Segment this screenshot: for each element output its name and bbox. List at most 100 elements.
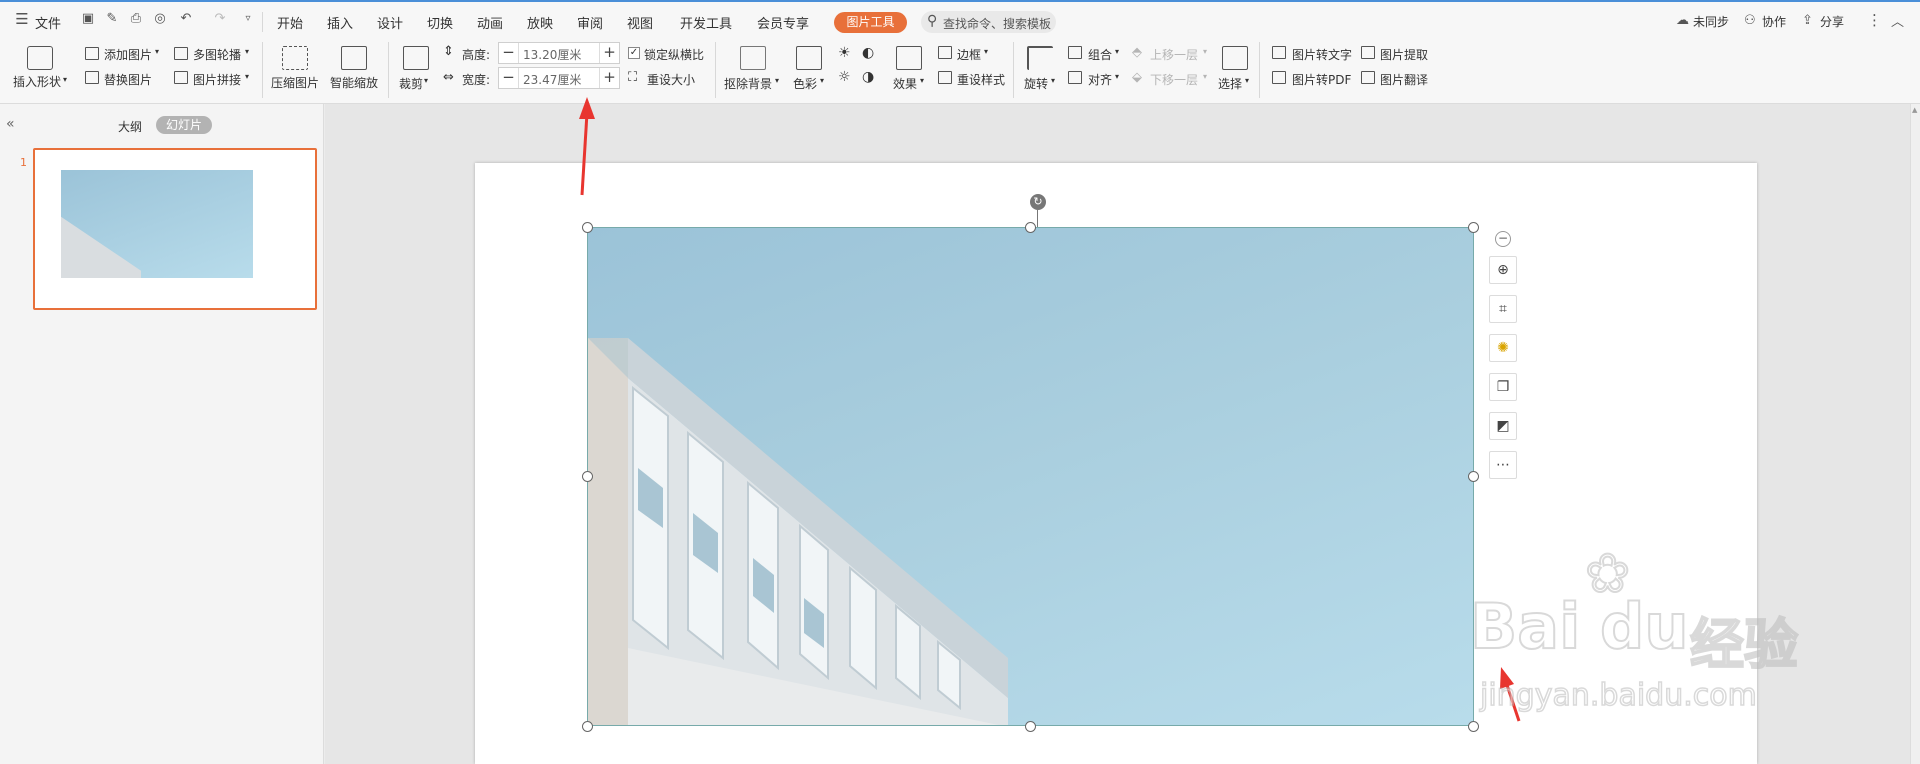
collapse-ribbon-icon[interactable]: ︿ [1891,11,1904,30]
vertical-scrollbar[interactable]: ▲ [1910,104,1920,764]
send-backward-button[interactable]: 下移一层 [1150,71,1198,88]
scroll-up-icon[interactable]: ▲ [1912,106,1917,114]
ribbon-toolbar: 插入形状 ▾ 添加图片 ▾ 替换图片 多图轮播 ▾ 图片拼接 ▾ 压缩图片 智能… [0,38,1920,104]
more-vertical-icon[interactable]: ⋮ [1867,11,1882,29]
tab-slideshow[interactable]: 放映 [527,13,553,32]
color-button[interactable]: 色彩 [793,75,817,92]
remove-background-icon[interactable] [740,46,766,70]
resize-handle-top-right[interactable] [1468,222,1479,233]
resize-handle-bottom-right[interactable] [1468,721,1479,732]
tab-developer[interactable]: 开发工具 [680,13,732,32]
height-stepper[interactable]: − 13.20厘米 + [498,42,620,64]
tab-design[interactable]: 设计 [377,13,403,32]
tab-view[interactable]: 视图 [627,13,653,32]
tab-animation[interactable]: 动画 [477,13,503,32]
collapse-panel-icon[interactable]: « [6,116,15,132]
tab-transition[interactable]: 切换 [427,13,453,32]
height-decrease-button[interactable]: − [499,43,519,63]
undo-icon[interactable]: ↶ [178,11,194,27]
crop-picture-button[interactable]: ⌗ [1489,295,1517,323]
tab-slides[interactable]: 幻灯片 [156,116,212,134]
redo-icon[interactable]: ↷ [212,11,228,27]
compress-icon[interactable] [282,46,308,70]
contrast-down-icon[interactable]: ◑ [862,69,874,85]
width-value[interactable]: 23.47厘米 [523,71,581,88]
format-painter-icon[interactable]: ✎ [104,11,120,27]
reset-style-icon [938,71,952,84]
slide-thumbnail[interactable] [33,148,317,310]
collapse-toolbar-icon[interactable]: − [1495,231,1511,247]
file-menu[interactable]: 文件 [35,13,61,32]
picture-collage-button[interactable]: 图片拼接 [193,71,241,88]
smart-zoom-button[interactable]: 智能缩放 [330,74,378,91]
building-illustration [588,338,1008,725]
width-label: 宽度: [462,73,491,87]
sync-status[interactable]: 未同步 [1693,13,1729,30]
remove-background-button[interactable]: 抠除背景 [724,75,772,92]
collab-icon: ⚇ [1744,13,1756,28]
pic-extract-button[interactable]: 图片提取 [1380,46,1428,63]
width-stepper[interactable]: − 23.47厘米 + [498,67,620,89]
tab-home[interactable]: 开始 [277,13,303,32]
brightness-down-icon[interactable]: ☼ [838,69,851,85]
share-button[interactable]: 分享 [1820,13,1844,30]
selected-picture[interactable] [587,227,1474,726]
rotate-icon[interactable] [1027,46,1053,70]
print-preview-icon[interactable]: ◎ [152,11,168,27]
resize-handle-top[interactable] [1025,222,1036,233]
height-value[interactable]: 13.20厘米 [523,46,581,63]
resize-handle-top-left[interactable] [582,222,593,233]
height-increase-button[interactable]: + [599,43,619,63]
resize-handle-bottom[interactable] [1025,721,1036,732]
collab-button[interactable]: 协作 [1762,13,1786,30]
replace-picture-button[interactable]: 替换图片 [104,71,152,88]
align-button[interactable]: 对齐 [1088,71,1112,88]
tab-review[interactable]: 审阅 [577,13,603,32]
lock-ratio-checkbox[interactable]: ✓ [628,47,640,59]
add-picture-button[interactable]: 添加图片 [104,46,152,63]
select-icon[interactable] [1222,46,1248,70]
reset-style-button[interactable]: 重设样式 [957,71,1005,88]
rotate-button[interactable]: 旋转 [1024,75,1048,92]
compress-picture-button[interactable]: 压缩图片 [271,74,319,91]
smart-zoom-icon[interactable] [341,46,367,70]
more-options-button[interactable]: ⋯ [1489,451,1517,479]
save-icon[interactable]: ▣ [80,11,96,27]
pic-to-text-button[interactable]: 图片转文字 [1292,46,1352,63]
crop-button[interactable]: 裁剪 [399,75,423,92]
zoom-picture-button[interactable]: ⊕ [1489,256,1517,284]
tab-outline[interactable]: 大纲 [118,118,142,135]
insert-shape-button[interactable]: 插入形状 [13,73,61,90]
fill-button[interactable]: ◩ [1489,412,1517,440]
smart-beautify-button[interactable]: ✺ [1489,334,1517,362]
select-button[interactable]: 选择 [1218,75,1242,92]
effects-icon[interactable] [896,46,922,70]
width-decrease-button[interactable]: − [499,68,519,88]
customize-chevron-icon[interactable]: ▿ [240,11,256,27]
tab-picture-tools[interactable]: 图片工具 [834,12,907,33]
tab-insert[interactable]: 插入 [327,13,353,32]
multi-picture-button[interactable]: ❐ [1489,373,1517,401]
group-button[interactable]: 组合 [1088,46,1112,63]
rotate-handle-icon[interactable]: ↻ [1030,194,1046,210]
border-button[interactable]: 边框 [957,46,981,63]
resize-handle-right[interactable] [1468,471,1479,482]
resize-handle-left[interactable] [582,471,593,482]
search-box[interactable]: ⚲ 查找命令、搜索模板 [921,11,1056,33]
resize-handle-bottom-left[interactable] [582,721,593,732]
reset-size-button[interactable]: 重设大小 [647,71,695,88]
contrast-up-icon[interactable]: ◐ [862,45,874,61]
brightness-up-icon[interactable]: ☀ [838,45,851,61]
multi-carousel-button[interactable]: 多图轮播 [193,46,241,63]
color-icon[interactable] [796,46,822,70]
print-icon[interactable]: ⎙ [128,11,144,27]
crop-icon[interactable] [403,46,429,70]
pic-translate-button[interactable]: 图片翻译 [1380,71,1428,88]
pic-to-pdf-button[interactable]: 图片转PDF [1292,71,1351,88]
effects-button[interactable]: 效果 [893,75,917,92]
hamburger-icon[interactable]: ☰ [14,11,30,27]
bring-forward-button[interactable]: 上移一层 [1150,46,1198,63]
tab-member[interactable]: 会员专享 [757,13,809,32]
insert-shape-icon[interactable] [27,46,53,70]
width-increase-button[interactable]: + [599,68,619,88]
